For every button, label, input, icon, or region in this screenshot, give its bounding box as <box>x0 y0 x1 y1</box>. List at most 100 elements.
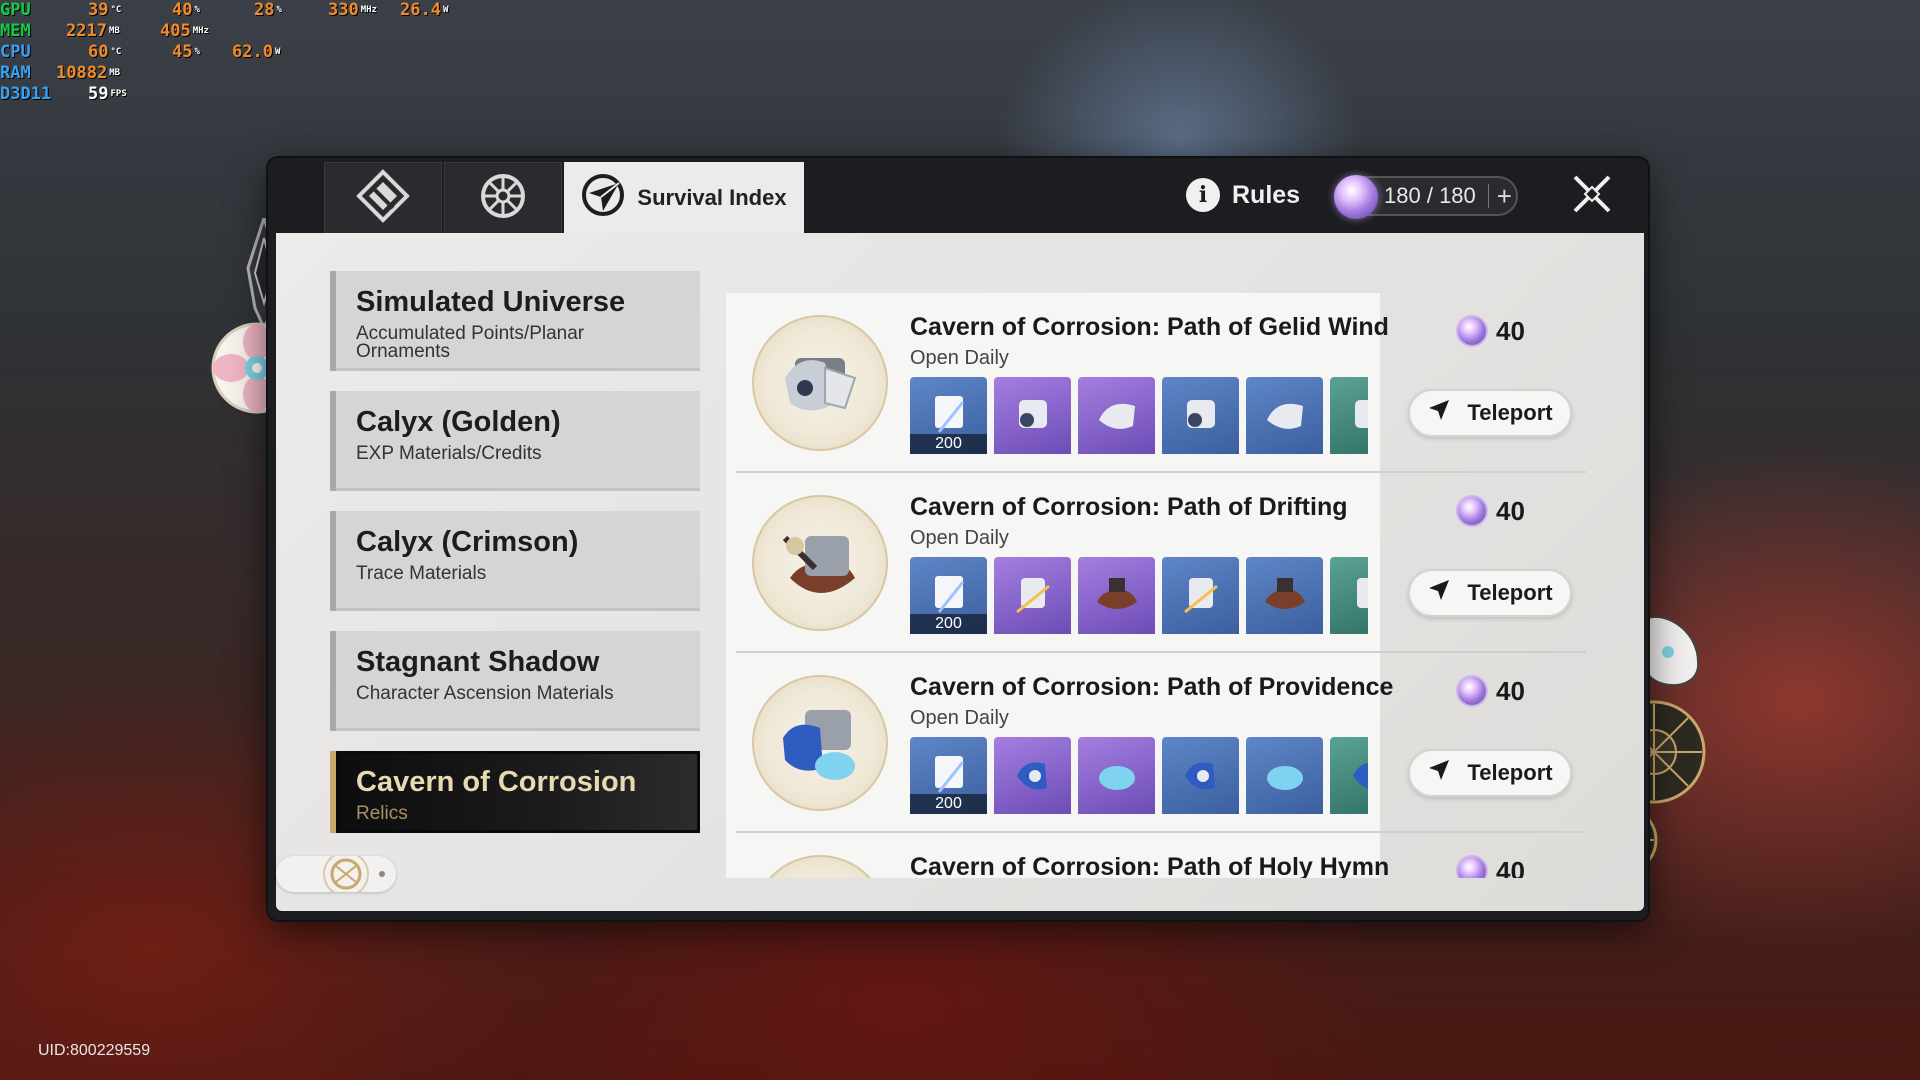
gpu-temp: 39 °C <box>88 0 121 21</box>
category-calyx-crimson[interactable]: Calyx (Crimson) Trace Materials <box>330 511 700 611</box>
reward-item[interactable] <box>1246 377 1323 454</box>
fps-value: 59 <box>88 84 109 104</box>
relic-set-medallion <box>752 675 888 811</box>
send-arrow-icon <box>1427 758 1451 788</box>
cpu-power: 62.0 W <box>232 42 280 63</box>
reward-item[interactable] <box>1246 737 1323 814</box>
cost-value: 40 <box>1496 495 1525 526</box>
page-indicator[interactable] <box>276 851 396 897</box>
relic-icon <box>1173 746 1229 806</box>
reward-item[interactable]: 200 <box>910 557 987 634</box>
reward-item[interactable] <box>1330 377 1368 454</box>
tab-compass[interactable] <box>444 162 562 234</box>
category-calyx-golden[interactable]: Calyx (Golden) EXP Materials/Credits <box>330 391 700 491</box>
reward-count: 200 <box>910 614 987 634</box>
gpu-temp-value: 39 <box>88 0 109 20</box>
category-cavern-of-corrosion[interactable]: Cavern of Corrosion Relics <box>330 751 700 833</box>
category-title: Simulated Universe <box>356 286 626 318</box>
relic-set-medallion <box>752 495 888 631</box>
category-simulated-universe[interactable]: Simulated Universe Accumulated Points/Pl… <box>330 271 700 371</box>
domain-schedule: Open Daily <box>910 527 1009 549</box>
reward-item[interactable] <box>1162 377 1239 454</box>
reward-item[interactable] <box>1078 737 1155 814</box>
domain-schedule: Open Daily <box>910 707 1009 729</box>
reward-item[interactable] <box>994 377 1071 454</box>
gpu-load-unit: % <box>194 5 200 15</box>
relic-icon <box>1089 386 1145 446</box>
trailblaze-power-icon <box>1456 315 1488 347</box>
domain-row: Cavern of Corrosion: Path of Providence … <box>726 653 1596 833</box>
tab-survival-index-label: Survival Index <box>637 185 787 210</box>
relic-set-medallion <box>752 315 888 451</box>
domain-list: Cavern of Corrosion: Path of Gelid Wind … <box>726 293 1596 878</box>
teleport-label: Teleport <box>1467 580 1553 605</box>
teleport-button[interactable]: Teleport <box>1408 569 1572 617</box>
cpu-temp: 60 °C <box>88 42 121 63</box>
domain-title: Cavern of Corrosion: Path of Drifting <box>910 493 1348 521</box>
category-title: Calyx (Crimson) <box>356 526 579 558</box>
tab-diamond[interactable] <box>324 162 442 234</box>
fps-unit: FPS <box>110 89 127 99</box>
cpu-power-value: 62.0 <box>232 42 273 62</box>
reward-item[interactable] <box>1162 737 1239 814</box>
relic-icon <box>1257 746 1313 806</box>
power-divider <box>1487 184 1489 208</box>
relic-icon <box>1257 566 1313 626</box>
power-cost: 40 <box>1456 855 1525 878</box>
relic-icon <box>1005 566 1061 626</box>
domain-row: Cavern of Corrosion: Path of Drifting Op… <box>726 473 1596 653</box>
power-cost: 40 <box>1456 315 1525 347</box>
reward-item[interactable] <box>1246 557 1323 634</box>
reward-item[interactable]: 200 <box>910 377 987 454</box>
ram-used: 10882 MB <box>56 63 120 84</box>
trailblaze-power-icon <box>1456 855 1488 878</box>
gpu-clock-unit: MHz <box>360 5 377 15</box>
relic-icon <box>1341 746 1368 806</box>
teleport-button[interactable]: Teleport <box>1408 389 1572 437</box>
cpu-temp-unit: °C <box>110 47 122 57</box>
gpu-fan-unit: % <box>276 5 282 15</box>
teleport-button[interactable]: Teleport <box>1408 749 1572 797</box>
category-stagnant-shadow[interactable]: Stagnant Shadow Character Ascension Mate… <box>330 631 700 731</box>
power-cost: 40 <box>1456 495 1525 527</box>
mem-stats: MEM 2217 MB 405 MHz <box>0 21 209 42</box>
reward-item[interactable] <box>1078 557 1155 634</box>
fps: 59 FPS <box>88 84 127 105</box>
reward-item[interactable] <box>1162 557 1239 634</box>
cpu-stats: CPU 60 °C 45% 62.0 W <box>0 42 280 63</box>
relic-icon <box>1089 566 1145 626</box>
send-arrow-icon <box>1427 578 1451 608</box>
d3d-stats: D3D11 59 FPS <box>0 84 127 105</box>
tab-survival-index[interactable]: Survival Index <box>564 162 804 234</box>
reward-item[interactable] <box>1330 737 1368 814</box>
power-separator: / <box>1420 183 1440 208</box>
gpu-fan: 28% <box>254 0 282 21</box>
cpu-temp-value: 60 <box>88 42 109 62</box>
close-button[interactable] <box>1570 174 1614 218</box>
relic-icon <box>1257 386 1313 446</box>
mem-clock-unit: MHz <box>192 26 209 36</box>
relic-icon <box>1341 386 1368 446</box>
domain-row: Cavern of Corrosion: Path of Holy Hymn 4… <box>726 833 1596 878</box>
cpu-load: 45% <box>172 42 200 63</box>
reward-item[interactable] <box>1330 557 1368 634</box>
relic-icon <box>1173 566 1229 626</box>
gpu-label: GPU <box>0 0 31 20</box>
reward-items: 200 <box>910 737 1368 815</box>
trailblaze-power-icon <box>1456 675 1488 707</box>
reward-item[interactable] <box>994 737 1071 814</box>
cost-value: 40 <box>1496 675 1525 706</box>
close-icon <box>1571 173 1613 219</box>
gpu-clock: 330 MHz <box>328 0 377 21</box>
reward-items: 200 <box>910 557 1368 635</box>
gpu-load: 40% <box>172 0 200 21</box>
reward-item[interactable] <box>1078 377 1155 454</box>
category-subtitle: Relics <box>356 803 408 824</box>
add-power-button[interactable]: + <box>1497 181 1512 212</box>
domain-title: Cavern of Corrosion: Path of Gelid Wind <box>910 313 1389 341</box>
cost-value: 40 <box>1496 855 1525 879</box>
category-title: Calyx (Golden) <box>356 406 561 438</box>
rules-button[interactable]: i Rules <box>1186 178 1300 212</box>
reward-item[interactable]: 200 <box>910 737 987 814</box>
reward-item[interactable] <box>994 557 1071 634</box>
